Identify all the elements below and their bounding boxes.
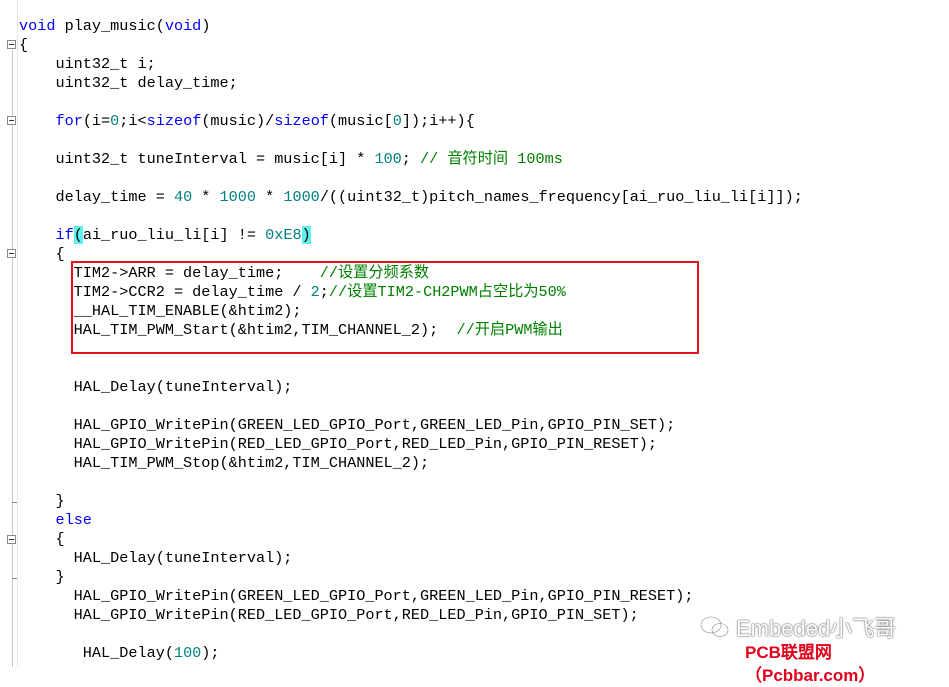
code-line[interactable]: uint32_t i; xyxy=(19,55,156,74)
fold-guide-line xyxy=(12,50,13,667)
fold-toggle-icon[interactable] xyxy=(7,249,16,258)
brace-match-highlight: ) xyxy=(301,226,311,244)
code-number: 0xE8 xyxy=(265,226,302,244)
code-token: uint32_t i; xyxy=(19,55,156,73)
editor-gutter xyxy=(0,0,18,667)
code-keyword: void xyxy=(164,17,202,35)
code-token: HAL_GPIO_WritePin(RED_LED_GPIO_Port,RED_… xyxy=(19,606,639,624)
code-line[interactable]: HAL_GPIO_WritePin(GREEN_LED_GPIO_Port,GR… xyxy=(19,416,676,435)
code-number: 1000 xyxy=(283,188,320,206)
code-line[interactable]: if(ai_ruo_liu_li[i] != 0xE8) xyxy=(19,226,311,245)
code-token: ]);i++){ xyxy=(401,112,475,130)
watermark: Embeded小飞哥 xyxy=(700,612,896,642)
editor-border xyxy=(17,0,18,667)
code-token: * xyxy=(192,188,220,206)
highlight-box xyxy=(71,261,699,354)
code-token: HAL_GPIO_WritePin(RED_LED_GPIO_Port,RED_… xyxy=(19,435,657,453)
code-line[interactable]: { xyxy=(19,530,65,549)
fold-toggle-icon[interactable] xyxy=(7,535,16,544)
code-token: (music)/ xyxy=(201,112,275,130)
code-token: (music[ xyxy=(328,112,393,130)
code-token: (i= xyxy=(82,112,111,130)
code-token: HAL_Delay(tuneInterval); xyxy=(19,378,293,396)
code-number: 100 xyxy=(374,150,402,168)
wechat-icon xyxy=(700,616,729,638)
code-line[interactable]: delay_time = 40 * 1000 * 1000/((uint32_t… xyxy=(19,188,803,207)
code-line[interactable]: { xyxy=(19,36,28,55)
code-keyword: sizeof xyxy=(274,112,329,130)
code-line[interactable]: HAL_GPIO_WritePin(GREEN_LED_GPIO_Port,GR… xyxy=(19,587,694,606)
code-token: /((uint32_t)pitch_names_frequency[ai_ruo… xyxy=(319,188,803,206)
code-token: ; xyxy=(401,150,421,168)
code-token: ai_ruo_liu_li[i] != xyxy=(82,226,266,244)
code-token: HAL_GPIO_WritePin(GREEN_LED_GPIO_Port,GR… xyxy=(19,416,676,434)
code-line[interactable]: else xyxy=(19,511,92,530)
code-keyword: if xyxy=(55,226,74,244)
code-token: } xyxy=(19,492,65,510)
code-token: ) xyxy=(201,17,211,35)
code-comment: // 音符时间 100ms xyxy=(420,150,563,168)
code-keyword: else xyxy=(55,511,92,529)
code-line[interactable]: HAL_GPIO_WritePin(RED_LED_GPIO_Port,RED_… xyxy=(19,435,657,454)
code-token: } xyxy=(19,568,65,586)
code-line[interactable]: HAL_GPIO_WritePin(RED_LED_GPIO_Port,RED_… xyxy=(19,606,639,625)
code-token: { xyxy=(19,245,65,263)
code-token: uint32_t tuneInterval = music[i] * xyxy=(19,150,375,168)
code-token: HAL_GPIO_WritePin(GREEN_LED_GPIO_Port,GR… xyxy=(19,587,694,605)
code-number: 1000 xyxy=(219,188,256,206)
code-line[interactable]: void play_music(void) xyxy=(19,17,210,36)
code-token: { xyxy=(19,530,65,548)
code-token: HAL_Delay(tuneInterval); xyxy=(19,549,293,567)
code-token: * xyxy=(256,188,284,206)
code-token: uint32_t delay_time; xyxy=(19,74,238,92)
code-line[interactable]: } xyxy=(19,568,65,587)
code-token: ); xyxy=(201,644,220,662)
code-line[interactable]: { xyxy=(19,245,65,264)
code-token: delay_time = xyxy=(19,188,174,206)
code-line[interactable]: for(i=0;i<sizeof(music)/sizeof(music[0])… xyxy=(19,112,475,131)
watermark-text: Embeded小飞哥 xyxy=(736,616,897,641)
source-badge: PCB联盟网（Pcbbar.com） xyxy=(741,641,949,685)
code-token: play_music( xyxy=(55,17,165,35)
code-line[interactable]: HAL_Delay(tuneInterval); xyxy=(19,549,293,568)
code-number: 100 xyxy=(173,644,202,662)
code-line[interactable]: HAL_Delay(100); xyxy=(19,644,220,663)
code-keyword: for xyxy=(55,112,83,130)
code-token: ;i< xyxy=(119,112,147,130)
code-line[interactable]: uint32_t tuneInterval = music[i] * 100; … xyxy=(19,150,563,169)
code-number: 40 xyxy=(173,188,193,206)
code-line[interactable]: HAL_TIM_PWM_Stop(&htim2,TIM_CHANNEL_2); xyxy=(19,454,429,473)
code-keyword: void xyxy=(19,17,56,35)
code-line[interactable]: HAL_Delay(tuneInterval); xyxy=(19,378,293,397)
code-line[interactable]: } xyxy=(19,492,65,511)
code-number: 0 xyxy=(110,112,120,130)
code-number: 0 xyxy=(392,112,402,130)
code-token: HAL_TIM_PWM_Stop(&htim2,TIM_CHANNEL_2); xyxy=(19,454,430,472)
brace-match-highlight: ( xyxy=(73,226,83,244)
code-line[interactable]: uint32_t delay_time; xyxy=(19,74,238,93)
code-token: HAL_Delay( xyxy=(19,644,174,662)
code-keyword: sizeof xyxy=(146,112,202,130)
fold-toggle-icon[interactable] xyxy=(7,40,16,49)
code-token: { xyxy=(19,36,29,54)
fold-toggle-icon[interactable] xyxy=(7,116,16,125)
